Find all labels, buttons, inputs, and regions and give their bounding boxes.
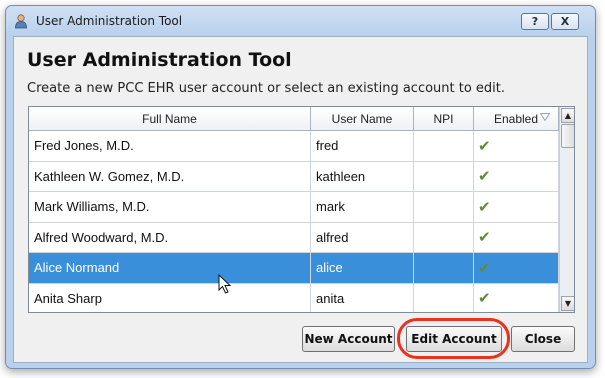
cell-npi — [414, 253, 474, 283]
checkmark-icon: ✔ — [478, 197, 491, 216]
app-window: User Administration Tool ? X User Admini… — [5, 5, 596, 369]
checkmark-icon: ✔ — [478, 289, 491, 308]
cell-npi — [414, 131, 474, 161]
vertical-scrollbar[interactable]: ▲ ▼ — [559, 107, 574, 312]
table-row[interactable]: Alice Normand alice ✔ — [29, 253, 559, 284]
cell-user-name: alice — [311, 253, 414, 283]
scroll-thumb[interactable] — [561, 124, 574, 148]
column-header-user-name[interactable]: User Name — [311, 107, 414, 131]
instruction-text: Create a new PCC EHR user account or sel… — [27, 81, 506, 96]
table-row[interactable]: Fred Jones, M.D. fred ✔ — [29, 131, 559, 162]
help-button[interactable]: ? — [521, 13, 549, 30]
column-header-npi[interactable]: NPI — [414, 107, 474, 131]
user-icon — [15, 14, 27, 29]
table-header: Full Name User Name NPI Enabled — [29, 107, 559, 131]
user-table: Full Name User Name NPI Enabled Fred Jon… — [28, 106, 575, 313]
cell-enabled: ✔ — [474, 253, 559, 283]
cell-user-name: anita — [311, 283, 414, 312]
table-row[interactable]: Alfred Woodward, M.D. alfred ✔ — [29, 222, 559, 253]
cell-enabled: ✔ — [474, 131, 559, 161]
cell-full-name: Alice Normand — [29, 253, 311, 283]
window-title: User Administration Tool — [36, 14, 183, 28]
new-account-button[interactable]: New Account — [302, 326, 395, 352]
cell-full-name: Kathleen W. Gomez, M.D. — [29, 161, 311, 191]
cell-enabled: ✔ — [474, 283, 559, 312]
cell-full-name: Alfred Woodward, M.D. — [29, 222, 311, 252]
cell-user-name: alfred — [311, 222, 414, 252]
table-row[interactable]: Mark Williams, M.D. mark ✔ — [29, 192, 559, 223]
window-close-button[interactable]: X — [551, 13, 579, 30]
cell-full-name: Anita Sharp — [29, 283, 311, 312]
column-header-enabled[interactable]: Enabled — [474, 107, 559, 131]
page-title: User Administration Tool — [27, 49, 292, 71]
cell-user-name: mark — [311, 192, 414, 222]
table-row[interactable]: Anita Sharp anita ✔ — [29, 283, 559, 312]
cell-full-name: Mark Williams, M.D. — [29, 192, 311, 222]
cell-npi — [414, 283, 474, 312]
close-button[interactable]: Close — [511, 326, 575, 352]
cell-npi — [414, 161, 474, 191]
dialog-body: User Administration Tool Create a new PC… — [13, 36, 588, 363]
cell-enabled: ✔ — [474, 222, 559, 252]
cell-full-name: Fred Jones, M.D. — [29, 131, 311, 161]
checkmark-icon: ✔ — [478, 258, 491, 277]
checkmark-icon: ✔ — [478, 167, 491, 186]
cell-user-name: fred — [311, 131, 414, 161]
mouse-cursor-icon — [218, 274, 232, 294]
cell-enabled: ✔ — [474, 192, 559, 222]
checkmark-icon: ✔ — [478, 136, 491, 155]
column-header-enabled-label: Enabled — [493, 111, 539, 126]
cell-npi — [414, 192, 474, 222]
cell-user-name: kathleen — [311, 161, 414, 191]
cell-npi — [414, 222, 474, 252]
table-row[interactable]: Kathleen W. Gomez, M.D. kathleen ✔ — [29, 161, 559, 192]
sort-descending-icon — [540, 113, 550, 121]
scroll-up-arrow-icon[interactable]: ▲ — [561, 108, 574, 123]
title-bar[interactable]: User Administration Tool ? X — [6, 6, 595, 36]
checkmark-icon: ✔ — [478, 228, 491, 247]
edit-account-button[interactable]: Edit Account — [406, 326, 502, 352]
column-header-full-name[interactable]: Full Name — [29, 107, 311, 131]
table-rows: Fred Jones, M.D. fred ✔ Kathleen W. Gomez, … — [29, 131, 559, 312]
cell-enabled: ✔ — [474, 161, 559, 191]
scroll-down-arrow-icon[interactable]: ▼ — [561, 296, 574, 311]
